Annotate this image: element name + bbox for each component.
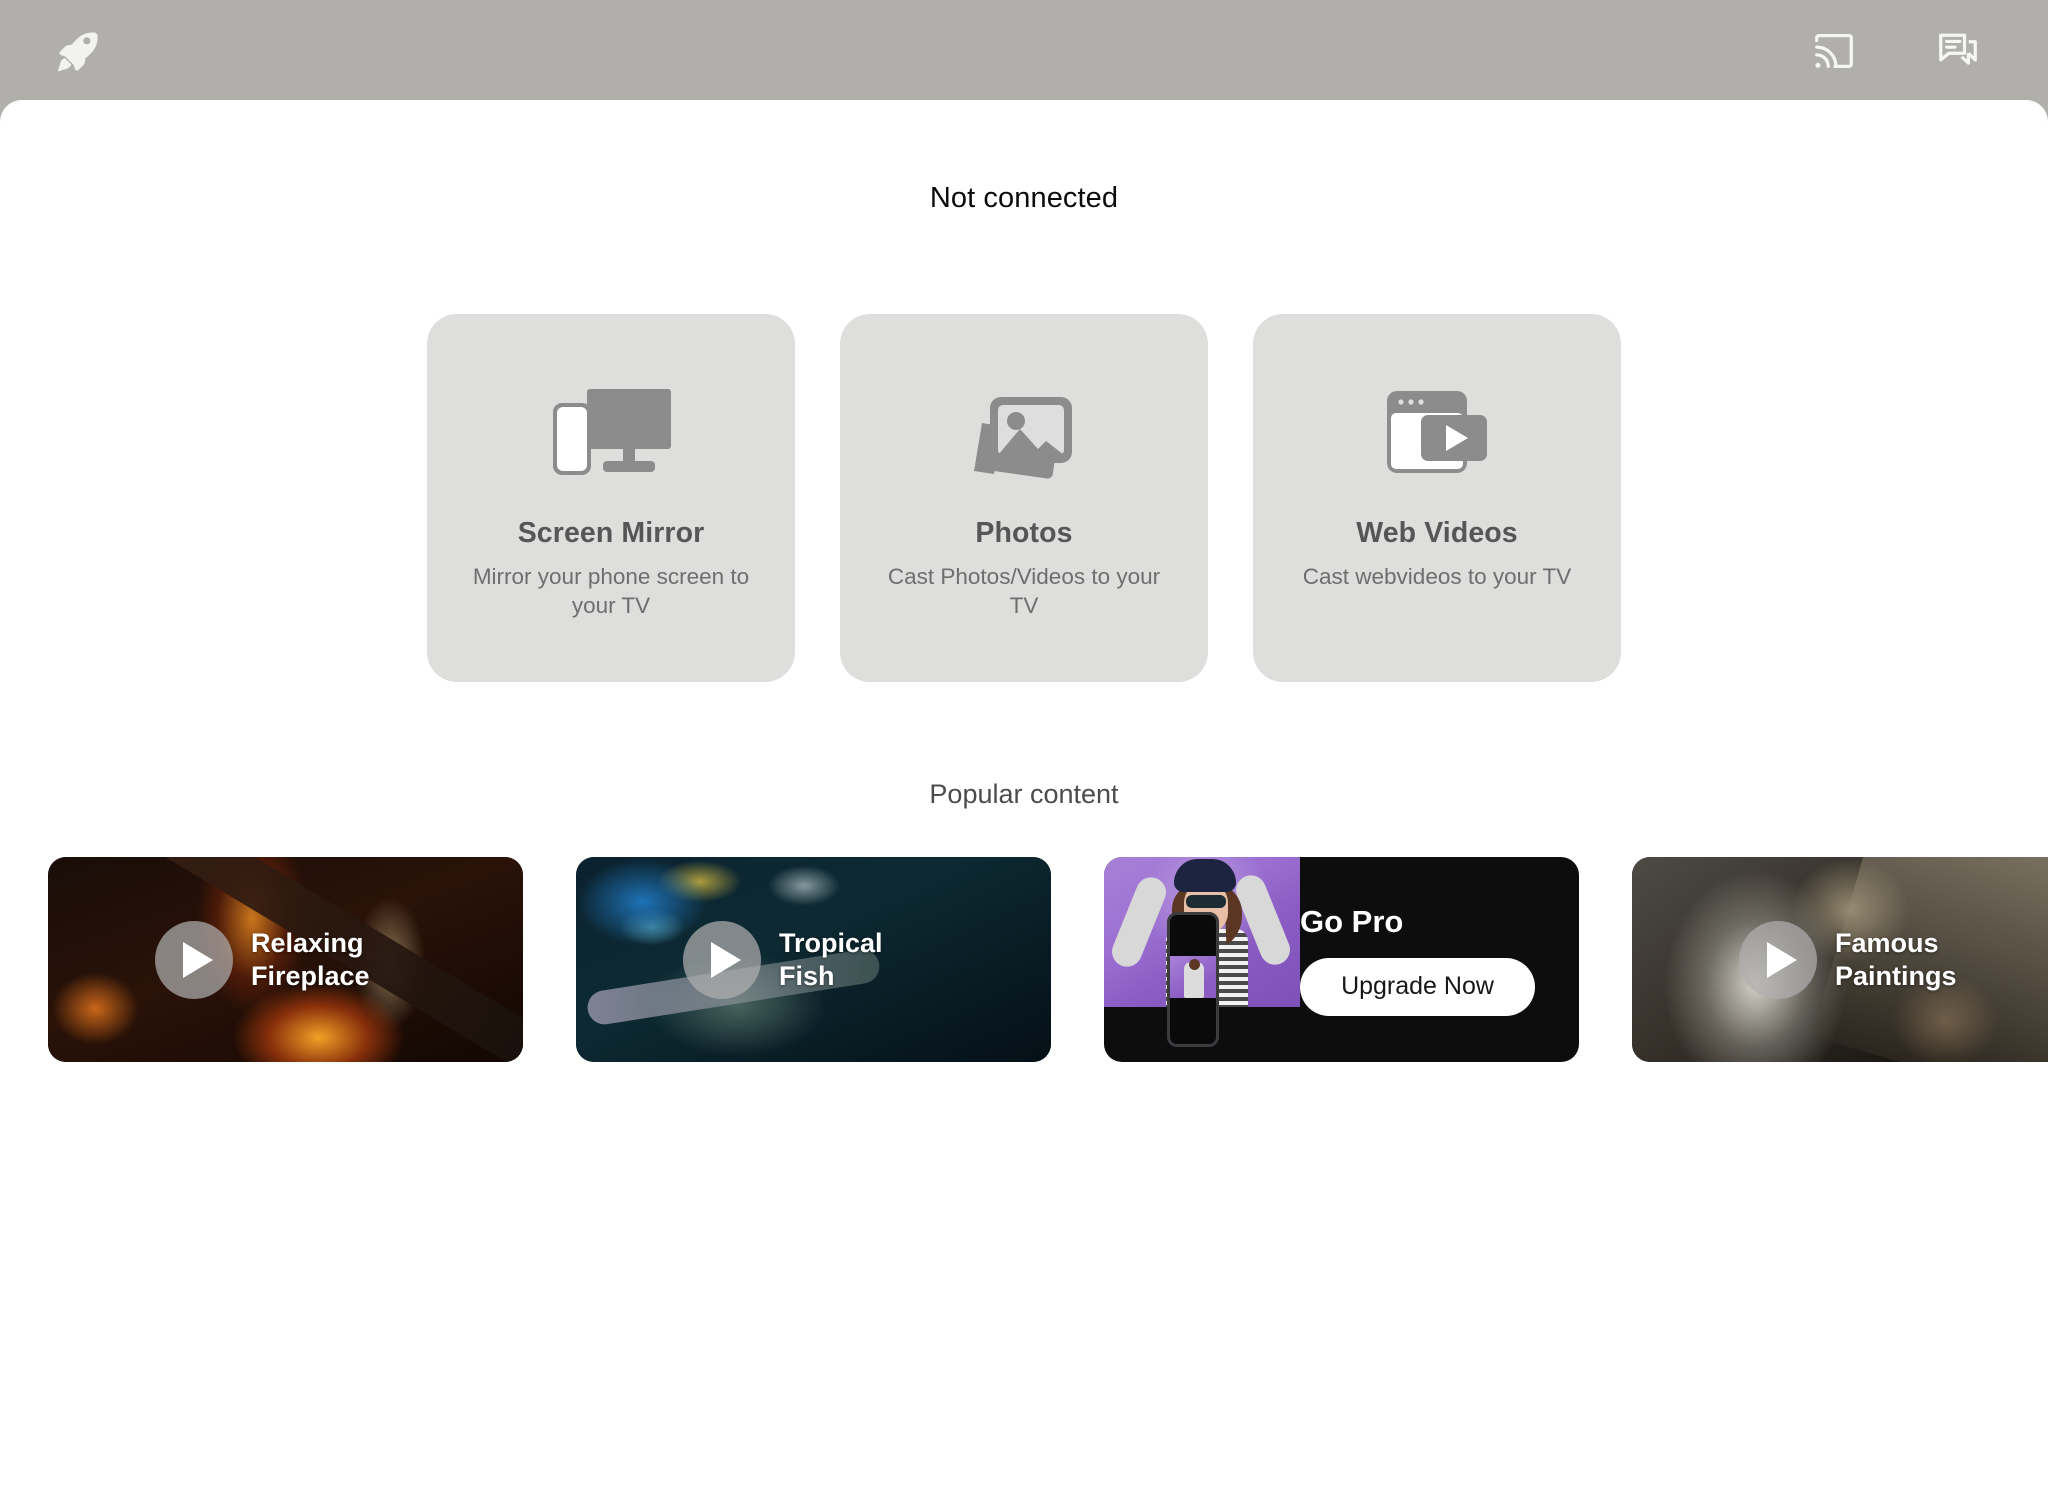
top-bar — [0, 0, 2048, 102]
promo-card-go-pro[interactable]: Go Pro Upgrade Now — [1104, 857, 1579, 1062]
feature-card-row: Screen Mirror Mirror your phone screen t… — [0, 314, 2048, 682]
play-icon[interactable] — [683, 920, 761, 999]
feature-description: Cast Photos/Videos to your TV — [887, 564, 1161, 618]
feature-description: Mirror your phone screen to your TV — [472, 564, 750, 618]
rocket-icon[interactable] — [48, 22, 106, 80]
content-card-tropical-fish[interactable]: Tropical Fish — [576, 857, 1051, 1062]
title-line-1: Relaxing — [251, 927, 364, 958]
upgrade-now-button[interactable]: Upgrade Now — [1300, 957, 1535, 1016]
title-line-1: Tropical — [779, 927, 883, 958]
photo-stack-icon — [964, 379, 1084, 487]
title-line-2: Paintings — [1835, 960, 1957, 991]
content-card-relaxing-fireplace[interactable]: Relaxing Fireplace — [48, 857, 523, 1062]
feature-card-screen-mirror[interactable]: Screen Mirror Mirror your phone screen t… — [427, 314, 795, 682]
title-line-1: Famous — [1835, 927, 1939, 958]
play-triangle — [1767, 941, 1797, 978]
card-overlay: Famous Paintings — [1632, 857, 2048, 1062]
feature-title: Photos — [975, 517, 1073, 549]
play-triangle — [183, 941, 213, 978]
app-root: Not connected Screen Mirror Mirror your … — [0, 0, 2048, 1496]
feature-title: Screen Mirror — [517, 517, 705, 549]
feature-card-photos[interactable]: Photos Cast Photos/Videos to your TV — [840, 314, 1208, 682]
popular-content-heading: Popular content — [929, 779, 1119, 809]
play-triangle — [711, 941, 741, 978]
topbar-actions — [1808, 25, 1984, 77]
connection-status: Not connected — [929, 182, 1119, 214]
content-card-title: Tropical Fish — [779, 927, 944, 993]
browser-play-icon — [1375, 379, 1499, 487]
content-card-famous-paintings[interactable]: Famous Paintings — [1632, 857, 2048, 1062]
cast-icon[interactable] — [1808, 25, 1860, 77]
content-panel: Not connected Screen Mirror Mirror your … — [0, 100, 2048, 1496]
content-card-title: Famous Paintings — [1835, 927, 2000, 993]
popular-content-row[interactable]: Relaxing Fireplace Tropical Fish Go Pro … — [0, 857, 2048, 1062]
tv-phone-mirror-icon — [545, 379, 677, 487]
promo-phone-mockup — [1167, 912, 1219, 1047]
feature-title: Web Videos — [1356, 517, 1518, 549]
title-line-2: Fish — [779, 960, 835, 991]
chat-feedback-icon[interactable] — [1932, 25, 1984, 77]
promo-title: Go Pro — [1300, 903, 1404, 939]
promo-arm-left — [1107, 872, 1171, 972]
feature-card-web-videos[interactable]: Web Videos Cast webvideos to your TV — [1253, 314, 1621, 682]
promo-sunglasses — [1186, 895, 1226, 908]
promo-phone-screen — [1170, 956, 1216, 998]
feature-description: Cast webvideos to your TV — [1302, 564, 1572, 589]
content-card-title: Relaxing Fireplace — [251, 927, 416, 993]
promo-content: Go Pro Upgrade Now — [1300, 857, 1579, 1062]
promo-hat — [1174, 859, 1236, 892]
play-icon[interactable] — [1739, 920, 1817, 999]
card-overlay: Relaxing Fireplace — [48, 857, 523, 1062]
play-icon[interactable] — [155, 920, 233, 999]
card-overlay: Tropical Fish — [576, 857, 1051, 1062]
promo-phone-figure-head — [1189, 959, 1200, 970]
title-line-2: Fireplace — [251, 960, 370, 991]
